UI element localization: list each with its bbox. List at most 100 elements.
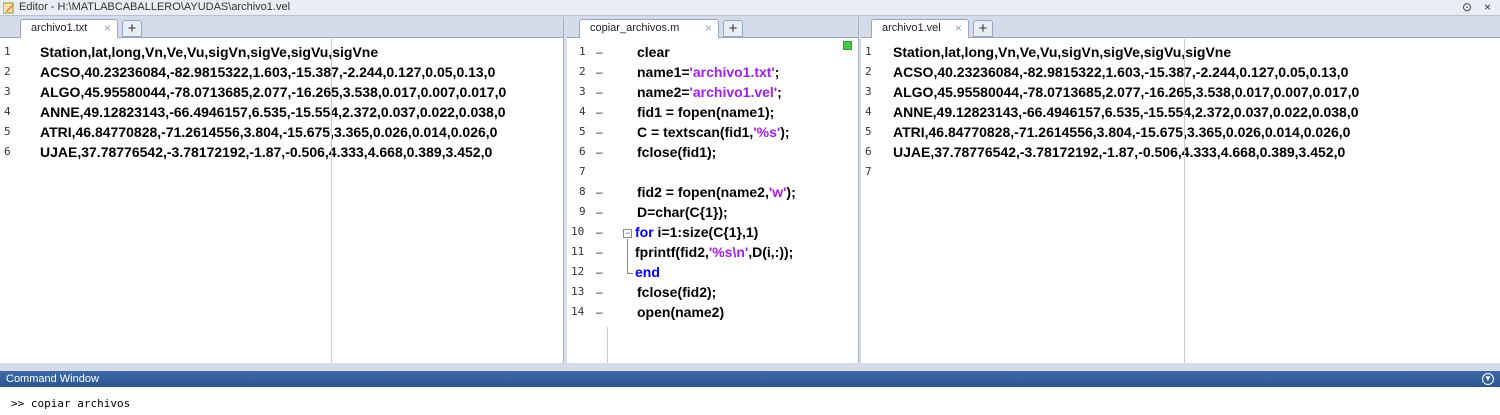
code-token: D=char(C{1}); <box>637 204 728 220</box>
tab-archivo1-vel[interactable]: archivo1.vel × <box>871 19 969 38</box>
code-line: ACSO,40.23236084,-82.9815322,1.603,-15.3… <box>40 64 496 80</box>
code-token: ); <box>780 124 790 140</box>
breakpoint-dash[interactable]: – <box>596 242 603 262</box>
line-number: 2 <box>4 65 11 78</box>
code-token: i=1:size(C{1},1) <box>653 224 759 240</box>
string-literal: '%s\n' <box>708 244 749 260</box>
tab-close-icon[interactable]: × <box>955 20 962 37</box>
breakpoint-dash[interactable]: – <box>596 182 603 202</box>
line-gutter: 1 2 3 4 5 6 7 <box>861 39 891 363</box>
line-number: 6 <box>579 145 586 158</box>
tabstrip-middle: copiar_archivos.m × + <box>567 17 858 38</box>
tab-copiar-archivos-m[interactable]: copiar_archivos.m × <box>579 19 719 38</box>
code-line: UJAE,37.78776542,-3.78172192,-1.87,-0.50… <box>893 144 1346 160</box>
line-number: 12 <box>571 265 585 278</box>
command-line[interactable]: >> copiar archivos <box>11 397 130 410</box>
breakpoint-dash[interactable]: – <box>596 122 603 142</box>
code-line: ALGO,45.95580044,-78.0713685,2.077,-16.2… <box>893 84 1360 100</box>
line-number: 4 <box>865 105 872 118</box>
code-line: fid1 = fopen(name1); <box>637 102 774 122</box>
right-text-limit-line <box>331 39 332 363</box>
tabstrip-right: archivo1.vel × + <box>861 17 1500 38</box>
string-literal: 'archivo1.vel' <box>689 84 778 100</box>
tab-archivo1-txt[interactable]: archivo1.txt × <box>20 19 118 38</box>
code-token: fprintf(fid2, <box>635 244 709 260</box>
code-token: open(name2) <box>637 304 725 320</box>
command-window-menu-icon[interactable]: ▼ <box>1482 373 1494 385</box>
code-token: name1= <box>637 64 690 80</box>
code-analyzer-ok-icon[interactable] <box>843 41 852 50</box>
breakpoint-dash[interactable]: – <box>596 82 603 102</box>
editor-titlebar: Editor - H:\MATLABCABALLERO\AYUDAS\archi… <box>0 0 1500 16</box>
breakpoint-dash[interactable]: – <box>596 282 603 302</box>
breakpoint-dash[interactable]: – <box>596 142 603 162</box>
tab-close-icon[interactable]: × <box>104 20 111 37</box>
code-line: fprintf(fid2,'%s\n',D(i,:)); <box>635 242 793 262</box>
line-number: 4 <box>4 105 11 118</box>
window-title: Editor - H:\MATLABCABALLERO\AYUDAS\archi… <box>19 1 291 13</box>
line-number: 3 <box>4 85 11 98</box>
code-line: for i=1:size(C{1},1) <box>635 222 758 242</box>
code-token: ,D(i,:)); <box>748 244 794 260</box>
line-number: 1 <box>579 45 586 58</box>
code-line: name1='archivo1.txt'; <box>637 62 779 82</box>
line-number: 5 <box>579 125 586 138</box>
fold-range-end <box>627 273 633 274</box>
code-line: clear <box>637 42 670 62</box>
line-number: 2 <box>865 65 872 78</box>
string-literal: '%s' <box>753 124 781 140</box>
editor-pane-right: archivo1.vel × + 1 2 3 4 5 6 7 Station,lat,lon… <box>861 17 1500 363</box>
line-number: 7 <box>865 165 872 178</box>
line-number: 9 <box>579 205 586 218</box>
code-line: end <box>635 262 660 282</box>
code-line: C = textscan(fid1,'%s'); <box>637 122 790 142</box>
line-gutter: 1 2 3 4 5 6 <box>0 39 36 363</box>
code-line: fid2 = fopen(name2,'w'); <box>637 182 796 202</box>
tabstrip-left: archivo1.txt × + <box>0 17 563 38</box>
code-line: ANNE,49.12823143,-66.4946157,6.535,-15.5… <box>893 104 1359 120</box>
line-number: 5 <box>865 125 872 138</box>
code-token: C = textscan(fid1, <box>637 124 754 140</box>
breakpoint-dash[interactable]: – <box>596 262 603 282</box>
new-tab-plus-icon[interactable]: + <box>723 20 743 37</box>
gutter-separator <box>607 327 608 363</box>
command-window-body[interactable]: >> copiar archivos <box>0 387 1500 415</box>
code-area[interactable]: Station,lat,long,Vn,Ve,Vu,sigVn,sigVe,si… <box>36 39 563 363</box>
code-line: UJAE,37.78776542,-3.78172192,-1.87,-0.50… <box>40 144 493 160</box>
line-number: 1 <box>4 45 11 58</box>
line-number: 5 <box>4 125 11 138</box>
code-line: ANNE,49.12823143,-66.4946157,6.535,-15.5… <box>40 104 506 120</box>
breakpoint-dash[interactable]: – <box>596 42 603 62</box>
fold-collapse-icon[interactable]: − <box>623 229 632 238</box>
breakpoint-dash[interactable]: – <box>596 202 603 222</box>
code-token: ; <box>774 64 780 80</box>
line-number: 6 <box>4 145 11 158</box>
window-options-icon[interactable]: ⊙ <box>1462 0 1472 14</box>
window-close-icon[interactable]: × <box>1484 0 1491 14</box>
line-number: 14 <box>571 305 585 318</box>
line-number: 3 <box>865 85 872 98</box>
new-tab-plus-icon[interactable]: + <box>122 20 142 37</box>
code-area[interactable]: Station,lat,long,Vn,Ve,Vu,sigVn,sigVe,si… <box>891 39 1500 363</box>
code-token: fid2 = fopen(name2, <box>637 184 769 200</box>
code-line: D=char(C{1}); <box>637 202 728 222</box>
code-line: ATRI,46.84770828,-71.2614556,3.804,-15.6… <box>893 124 1351 140</box>
tab-label: archivo1.vel <box>882 22 941 34</box>
code-token: ); <box>786 184 796 200</box>
code-area[interactable]: clear name1='archivo1.txt'; name2='archivo… <box>629 39 858 363</box>
code-token: ; <box>777 84 782 100</box>
new-tab-plus-icon[interactable]: + <box>973 20 993 37</box>
command-window-header: Command Window ▼ <box>0 371 1500 387</box>
fold-range-line <box>627 239 628 273</box>
line-number: 6 <box>865 145 872 158</box>
breakpoint-dash[interactable]: – <box>596 222 603 242</box>
code-line: fclose(fid1); <box>637 142 716 162</box>
tab-close-icon[interactable]: × <box>705 20 712 37</box>
breakpoint-dash[interactable]: – <box>596 62 603 82</box>
line-number: 2 <box>579 65 586 78</box>
breakpoint-dash[interactable]: – <box>596 102 603 122</box>
line-number: 11 <box>571 245 585 258</box>
breakpoint-dash[interactable]: – <box>596 302 603 322</box>
code-line: name2='archivo1.vel'; <box>637 82 782 102</box>
code-token: fclose(fid2); <box>637 284 717 300</box>
